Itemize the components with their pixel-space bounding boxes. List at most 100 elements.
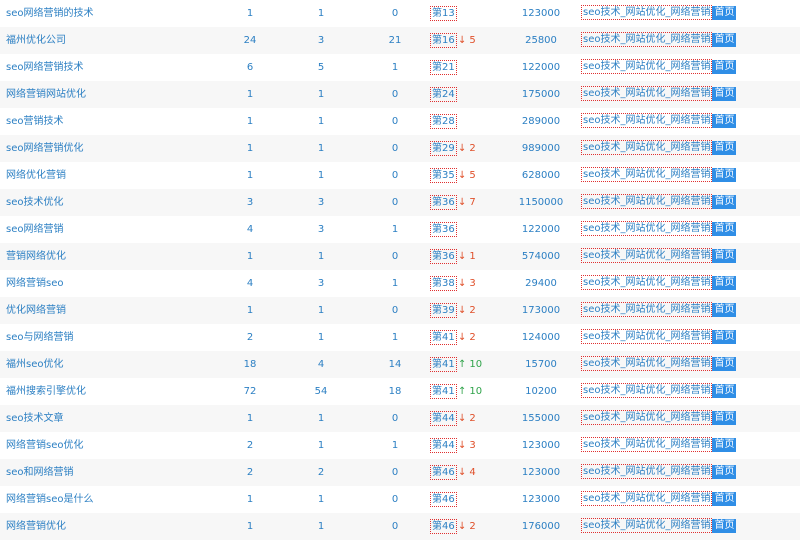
page-title-link[interactable]: seo技术_网站优化_网络营销 [581,356,713,371]
page-type-badge: 首页 [712,356,737,371]
count-total: 24 [243,35,257,46]
page-title-link[interactable]: seo技术_网站优化_网络营销 [581,464,713,479]
rank-change-value: 3 [469,278,476,289]
keyword-link[interactable]: seo网络营销 [6,216,63,243]
search-index: 25800 [525,35,557,46]
table-row: 营销网络优化 1 1 0 第36 ↓ 1 574000 seo技术_网站优化_网络… [0,243,800,270]
page-title-link[interactable]: seo技术_网站优化_网络营销 [581,329,713,344]
page-type-badge: 首页 [712,113,737,128]
count-mobile: 0 [391,305,399,316]
count-pc: 1 [317,413,325,424]
rank-badge: 第29 [430,141,457,156]
table-row: seo技术优化 3 3 0 第36 ↓ 7 1150000 seo技术_网站优化_… [0,189,800,216]
page-title-link[interactable]: seo技术_网站优化_网络营销 [581,194,713,209]
page-title-link[interactable]: seo技术_网站优化_网络营销 [581,248,713,263]
keyword-link[interactable]: seo技术文章 [6,405,63,432]
search-index: 1150000 [518,197,564,208]
count-pc: 1 [317,89,325,100]
page-title-link[interactable]: seo技术_网站优化_网络营销 [581,86,713,101]
keyword-link[interactable]: seo网络营销的技术 [6,0,93,27]
count-total: 2 [246,440,254,451]
page-type-badge: 首页 [712,248,737,263]
page-cell: seo技术_网站优化_网络营销 首页 [581,491,737,506]
keyword-link[interactable]: 网络营销seo [6,270,63,297]
rank-change: ↓ 2 [458,324,476,351]
search-index: 574000 [521,251,561,262]
page-title-link[interactable]: seo技术_网站优化_网络营销 [581,518,713,533]
rank-badge: 第38 [430,276,457,291]
count-mobile: 21 [388,35,402,46]
rank-change-value: 5 [469,35,476,46]
page-type-badge: 首页 [712,221,737,236]
count-pc: 3 [317,224,325,235]
page-title-link[interactable]: seo技术_网站优化_网络营销 [581,5,713,20]
keyword-link[interactable]: 营销网络优化 [6,243,66,270]
keyword-link[interactable]: 网络营销seo是什么 [6,486,93,513]
count-total: 1 [246,494,254,505]
page-cell: seo技术_网站优化_网络营销 首页 [581,302,737,317]
keyword-link[interactable]: 福州优化公司 [6,27,66,54]
count-pc: 1 [317,440,325,451]
search-index: 123000 [521,8,561,19]
table-row: 福州搜索引擎优化 72 54 18 第41 ↑ 10 10200 seo技术_网站… [0,378,800,405]
table-row: 网络营销seo 4 3 1 第38 ↓ 3 29400 seo技术_网站优化_网络… [0,270,800,297]
arrow-down-icon: ↓ [458,440,467,451]
page-type-badge: 首页 [712,140,737,155]
count-mobile: 1 [391,278,399,289]
rank-change: ↑ 10 [458,378,482,405]
count-total: 72 [243,386,257,397]
page-title-link[interactable]: seo技术_网站优化_网络营销 [581,59,713,74]
page-title-link[interactable]: seo技术_网站优化_网络营销 [581,302,713,317]
page-title-link[interactable]: seo技术_网站优化_网络营销 [581,221,713,236]
rank-change-value: 5 [469,170,476,181]
keyword-link[interactable]: 优化网络营销 [6,297,66,324]
table-row: seo营销技术 1 1 0 第28 289000 seo技术_网站优化_网络营销… [0,108,800,135]
keyword-link[interactable]: seo网络营销技术 [6,54,83,81]
keyword-link[interactable]: seo与网络营销 [6,324,73,351]
search-index: 989000 [521,143,561,154]
page-title-link[interactable]: seo技术_网站优化_网络营销 [581,437,713,452]
keyword-link[interactable]: 福州搜索引擎优化 [6,378,86,405]
rank-badge: 第41 [430,357,457,372]
count-mobile: 1 [391,62,399,73]
page-title-link[interactable]: seo技术_网站优化_网络营销 [581,275,713,290]
keyword-link[interactable]: seo网络营销优化 [6,135,83,162]
search-index: 628000 [521,170,561,181]
keyword-link[interactable]: 网络优化营销 [6,162,66,189]
arrow-down-icon: ↓ [458,143,467,154]
keyword-link[interactable]: seo营销技术 [6,108,63,135]
arrow-down-icon: ↓ [458,251,467,262]
count-mobile: 0 [391,170,399,181]
page-type-badge: 首页 [712,86,737,101]
page-title-link[interactable]: seo技术_网站优化_网络营销 [581,113,713,128]
arrow-down-icon: ↓ [458,170,467,181]
search-index: 10200 [525,386,557,397]
rank-badge: 第28 [430,114,457,129]
rank-change: ↓ 3 [458,432,476,459]
keyword-link[interactable]: seo技术优化 [6,189,63,216]
keyword-link[interactable]: 福州seo优化 [6,351,63,378]
page-title-link[interactable]: seo技术_网站优化_网络营销 [581,410,713,425]
count-total: 1 [246,8,254,19]
page-title-link[interactable]: seo技术_网站优化_网络营销 [581,167,713,182]
keyword-link[interactable]: 网络营销网站优化 [6,81,86,108]
search-index: 124000 [521,332,561,343]
count-mobile: 0 [391,413,399,424]
page-title-link[interactable]: seo技术_网站优化_网络营销 [581,140,713,155]
count-total: 1 [246,116,254,127]
count-mobile: 18 [388,386,402,397]
keyword-link[interactable]: seo和网络营销 [6,459,73,486]
keyword-link[interactable]: 网络营销seo优化 [6,432,83,459]
page-title-link[interactable]: seo技术_网站优化_网络营销 [581,32,713,47]
search-index: 175000 [521,89,561,100]
page-title-link[interactable]: seo技术_网站优化_网络营销 [581,383,713,398]
rank-change: ↓ 5 [458,27,476,54]
count-pc: 1 [317,143,325,154]
count-mobile: 1 [391,332,399,343]
table-row: seo网络营销优化 1 1 0 第29 ↓ 2 989000 seo技术_网站优化… [0,135,800,162]
page-title-link[interactable]: seo技术_网站优化_网络营销 [581,491,713,506]
count-mobile: 0 [391,143,399,154]
count-total: 1 [246,305,254,316]
keyword-link[interactable]: 网络营销优化 [6,513,66,540]
count-mobile: 0 [391,8,399,19]
